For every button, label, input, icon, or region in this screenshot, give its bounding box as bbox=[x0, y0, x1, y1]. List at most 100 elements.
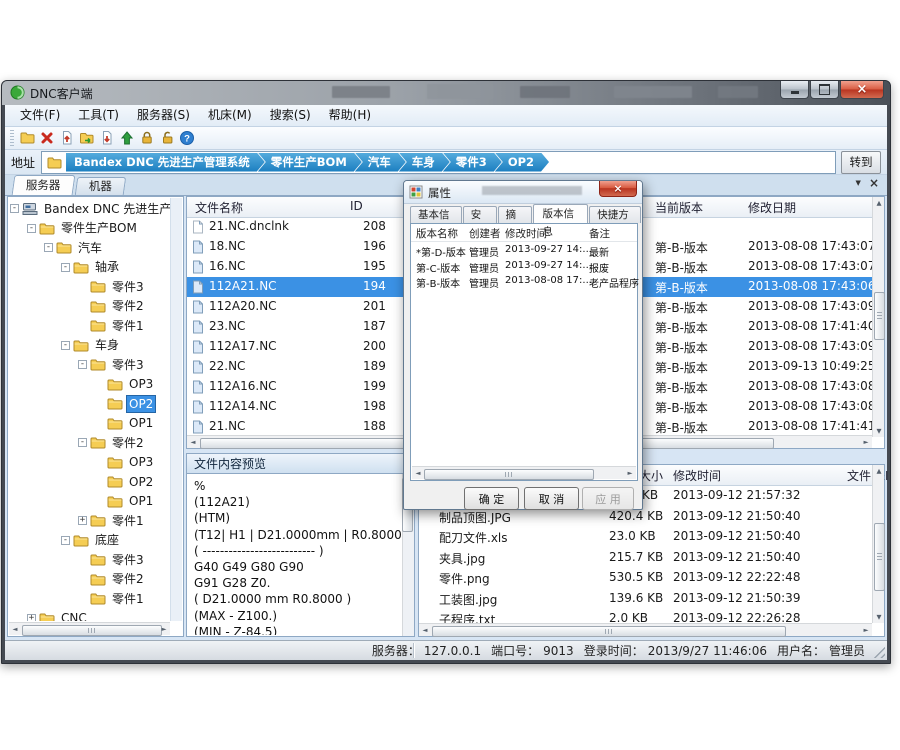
tree-node[interactable]: OP2 bbox=[10, 394, 170, 414]
scrollbar-thumb[interactable] bbox=[874, 292, 885, 340]
column-header-creator[interactable]: 创建者 bbox=[469, 226, 501, 241]
breadcrumb-segment[interactable]: 零件3 bbox=[443, 153, 502, 172]
scroll-left-icon[interactable]: ◄ bbox=[419, 624, 431, 636]
upload-icon[interactable] bbox=[117, 129, 137, 148]
list-vertical-scrollbar[interactable]: ▲ ▼ bbox=[872, 197, 884, 437]
dialog-tab[interactable]: 基本信息 bbox=[410, 206, 462, 223]
scroll-right-icon[interactable]: ► bbox=[860, 436, 872, 448]
scroll-left-icon[interactable]: ◄ bbox=[9, 623, 21, 635]
view-tab[interactable]: 机器 bbox=[74, 177, 126, 195]
scroll-down-icon[interactable]: ▼ bbox=[873, 425, 885, 437]
scrollbar-thumb[interactable] bbox=[424, 469, 594, 480]
menu-item[interactable]: 工具(T) bbox=[69, 106, 128, 125]
version-row[interactable]: 第-C-版本 管理员 2013-09-27 14:... 报废 bbox=[411, 259, 637, 275]
tree-node[interactable]: 零件1 bbox=[10, 316, 170, 336]
tree-node[interactable]: - 零件生产BOM bbox=[10, 219, 170, 239]
scroll-right-icon[interactable]: ► bbox=[624, 467, 636, 479]
tree-horizontal-scrollbar[interactable]: ◄ ► bbox=[9, 622, 170, 635]
breadcrumb-segment[interactable]: 汽车 bbox=[355, 153, 406, 172]
scroll-right-icon[interactable]: ► bbox=[158, 623, 170, 635]
tree-node[interactable]: 零件2 bbox=[10, 297, 170, 317]
tree-node[interactable]: - 汽车 bbox=[10, 238, 170, 258]
scroll-up-icon[interactable]: ▲ bbox=[873, 197, 885, 209]
column-header-modified[interactable]: 修改时间 bbox=[505, 226, 547, 241]
scrollbar-thumb[interactable] bbox=[874, 523, 885, 591]
breadcrumb-segment[interactable]: 零件生产BOM bbox=[258, 153, 362, 172]
tree-expander-icon[interactable]: - bbox=[27, 224, 36, 233]
minimize-button[interactable] bbox=[780, 81, 809, 99]
new-folder-icon[interactable] bbox=[17, 129, 37, 148]
menu-item[interactable]: 机床(M) bbox=[199, 106, 261, 125]
tree-node[interactable]: - 轴承 bbox=[10, 258, 170, 278]
go-button[interactable]: 转到 bbox=[841, 151, 881, 174]
scrollbar-thumb[interactable] bbox=[22, 625, 162, 636]
tree-node[interactable]: + 零件1 bbox=[10, 511, 170, 531]
dialog-tab[interactable]: 安全 bbox=[463, 206, 497, 223]
maximize-button[interactable] bbox=[810, 81, 839, 99]
version-row[interactable]: *第-D-版本 管理员 2013-09-27 14:... 最新 bbox=[411, 243, 637, 259]
breadcrumb-segment[interactable]: Bandex DNC 先进生产管理系统 bbox=[66, 153, 265, 172]
tree-node[interactable]: 零件3 bbox=[10, 550, 170, 570]
menu-item[interactable]: 服务器(S) bbox=[128, 106, 199, 125]
lock-icon[interactable] bbox=[137, 129, 157, 148]
nc-code-preview[interactable]: %(112A21)(HTM)(T12| H1 | D21.0000mm | R0… bbox=[188, 475, 402, 635]
menu-item[interactable]: 搜索(S) bbox=[261, 106, 320, 125]
dialog-close-button[interactable]: × bbox=[599, 181, 637, 197]
tree-node[interactable]: + CNC bbox=[10, 609, 170, 622]
scroll-down-icon[interactable]: ▼ bbox=[873, 611, 885, 623]
tree-node[interactable]: 零件2 bbox=[10, 570, 170, 590]
resize-grip[interactable] bbox=[873, 646, 885, 658]
unlock-icon[interactable] bbox=[157, 129, 177, 148]
tree-expander-icon[interactable]: + bbox=[27, 614, 36, 621]
help-icon[interactable]: ? bbox=[177, 129, 197, 148]
column-header-note[interactable]: 备注 bbox=[589, 226, 610, 241]
tree-node[interactable]: OP2 bbox=[10, 472, 170, 492]
scroll-left-icon[interactable]: ◄ bbox=[412, 467, 424, 479]
tree-node[interactable]: OP3 bbox=[10, 375, 170, 395]
tree-expander-icon[interactable]: + bbox=[78, 516, 87, 525]
scroll-right-icon[interactable]: ► bbox=[860, 624, 872, 636]
panel-menu-icon[interactable]: ▼ bbox=[856, 179, 861, 187]
column-header-id[interactable]: ID bbox=[350, 199, 363, 213]
tree-node[interactable]: OP1 bbox=[10, 414, 170, 434]
tree-expander-icon[interactable]: - bbox=[61, 536, 70, 545]
tree-vertical-scrollbar[interactable] bbox=[170, 198, 182, 621]
tree-expander-icon[interactable]: - bbox=[78, 438, 87, 447]
tree-node[interactable]: - 车身 bbox=[10, 336, 170, 356]
dialog-button[interactable]: 取 消 bbox=[524, 487, 579, 510]
breadcrumb-segment[interactable]: 车身 bbox=[399, 153, 450, 172]
column-header-version[interactable]: 当前版本 bbox=[655, 199, 703, 216]
checkin-file-icon[interactable] bbox=[57, 129, 77, 148]
tree-expander-icon[interactable]: - bbox=[61, 341, 70, 350]
tree-expander-icon[interactable]: - bbox=[78, 360, 87, 369]
delete-icon[interactable] bbox=[37, 129, 57, 148]
tree-node[interactable]: 零件3 bbox=[10, 277, 170, 297]
tree-expander-icon[interactable]: - bbox=[10, 204, 19, 213]
attachment-row[interactable]: 工装图.jpg 139.6 KB 2013-09-12 21:50:39 bbox=[419, 588, 872, 609]
attachment-row[interactable]: 夹具.jpg 215.7 KB 2013-09-12 21:50:40 bbox=[419, 547, 872, 568]
menu-item[interactable]: 文件(F) bbox=[11, 106, 69, 125]
attachment-row[interactable]: 配刀文件.xls 23.0 KB 2013-09-12 21:50:40 bbox=[419, 526, 872, 547]
scroll-up-icon[interactable]: ▲ bbox=[873, 465, 885, 477]
dialog-button[interactable]: 应 用 bbox=[582, 487, 634, 510]
dialog-tab[interactable]: 摘要 bbox=[498, 206, 532, 223]
tree-node[interactable]: - 零件2 bbox=[10, 433, 170, 453]
version-row[interactable]: 第-B-版本 管理员 2013-08-08 17:... 老产品程序 bbox=[411, 274, 637, 290]
open-folder-icon[interactable] bbox=[77, 129, 97, 148]
titlebar[interactable]: DNC客户端 × bbox=[2, 81, 890, 105]
tree-expander-icon[interactable]: - bbox=[44, 243, 53, 252]
close-button[interactable]: × bbox=[840, 81, 884, 99]
tree-node[interactable]: OP1 bbox=[10, 492, 170, 512]
column-header-name[interactable]: 文件名称 bbox=[195, 199, 243, 216]
column-header-time[interactable]: 修改时间 bbox=[673, 467, 721, 484]
view-tab[interactable]: 服务器 bbox=[12, 175, 75, 195]
toolbar-grip[interactable] bbox=[10, 130, 14, 146]
address-field[interactable]: Bandex DNC 先进生产管理系统零件生产BOM汽车车身零件3OP2 bbox=[41, 151, 836, 174]
dialog-tab[interactable]: 快捷方式 bbox=[589, 206, 641, 223]
dialog-tab[interactable]: 版本信息 bbox=[533, 204, 589, 223]
tree-node[interactable]: - Bandex DNC 先进生产管理系统 bbox=[10, 199, 170, 219]
tree-node[interactable]: 零件1 bbox=[10, 589, 170, 609]
scrollbar-thumb[interactable] bbox=[432, 626, 786, 637]
tree-node[interactable]: - 零件3 bbox=[10, 355, 170, 375]
column-header-date[interactable]: 修改日期 bbox=[748, 199, 796, 216]
